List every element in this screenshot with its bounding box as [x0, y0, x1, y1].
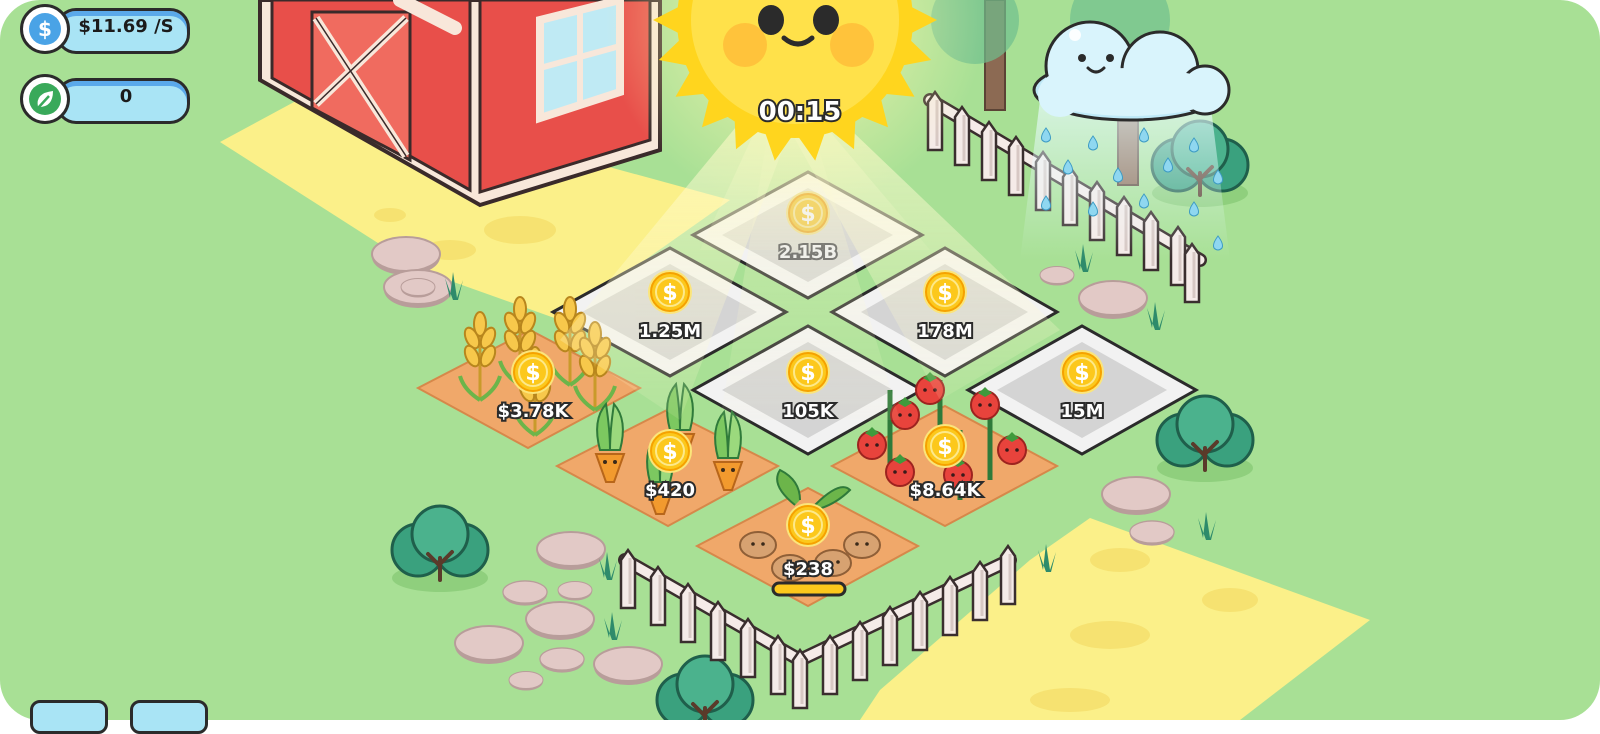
income-value: $11.69 /S — [78, 16, 174, 37]
game-stage: $ — [0, 0, 1600, 734]
leaf-counter: 0 — [20, 74, 190, 126]
rain-effect — [1020, 100, 1230, 260]
sun-timer: 00:15 — [759, 97, 842, 127]
leaf-icon — [20, 74, 70, 124]
locked-plot-far-right-price: 15M — [1061, 401, 1104, 422]
locked-plot-center-price: 105K — [782, 401, 835, 422]
locked-plot-left-price: 1.25M — [639, 321, 701, 342]
wheat-plot-earning: $3.78K — [498, 401, 570, 422]
potato-plot-earning: $238 — [783, 559, 833, 580]
leaf-value: 0 — [119, 86, 133, 107]
potato-progress-track — [771, 581, 847, 597]
bottom-menu-button-right[interactable] — [130, 700, 208, 734]
locked-plot-top-price: 2.15B — [779, 242, 837, 263]
tomato-plot-earning: $8.64K — [910, 480, 982, 501]
carrot-plot-earning: $420 — [645, 480, 695, 501]
locked-plot-right-price: 178M — [917, 321, 973, 342]
farm-scene: $ — [0, 0, 1600, 720]
bottom-menu-button-left[interactable] — [30, 700, 108, 734]
income-counter: $11.69 /S $ — [20, 4, 190, 56]
dollar-icon: $ — [20, 4, 70, 54]
locked-plot-far-right[interactable]: 15M — [1059, 349, 1105, 424]
